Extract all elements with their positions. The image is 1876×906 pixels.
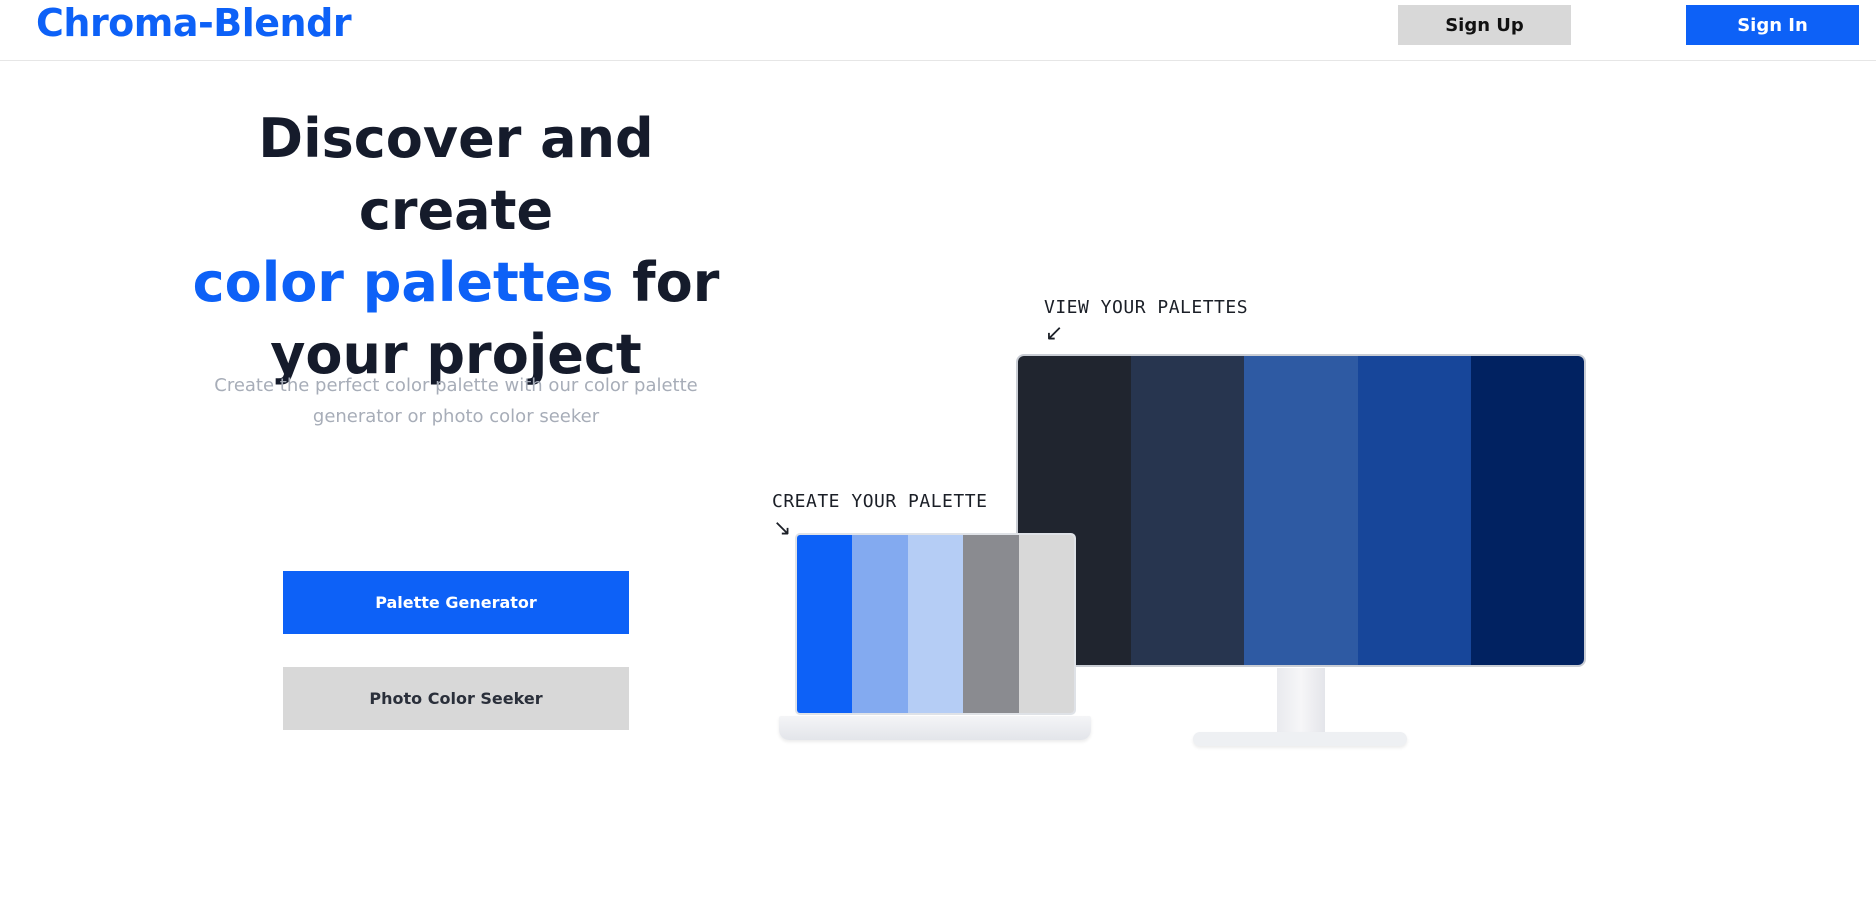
hero-title-accent: color palettes [192, 251, 614, 314]
arrow-down-left-icon: ↙ [1045, 321, 1064, 346]
arrow-down-right-icon: ↘ [773, 516, 792, 541]
monitor-swatch-3 [1244, 356, 1358, 665]
hero-title: Discover and create color palettes for you… [156, 103, 756, 391]
brand-logo[interactable]: Chroma-Blendr [36, 0, 352, 48]
monitor-swatch-5 [1470, 356, 1584, 665]
create-palette-note: CREATE YOUR PALETTE [772, 491, 988, 512]
laptop-swatch-3 [907, 535, 964, 713]
sign-in-button[interactable]: Sign In [1686, 5, 1859, 45]
sign-up-button[interactable]: Sign Up [1398, 5, 1571, 45]
laptop-base [779, 716, 1091, 740]
top-navbar: Chroma-Blendr Sign Up Sign In [0, 0, 1876, 61]
monitor-swatch-4 [1357, 356, 1471, 665]
monitor-swatch-2 [1131, 356, 1245, 665]
laptop-swatch-5 [1018, 535, 1074, 713]
hero-title-line1: Discover and create [258, 107, 654, 242]
monitor-screen [1016, 354, 1586, 667]
laptop-screen [795, 533, 1076, 715]
hero-title-line2-rest: for [613, 251, 720, 314]
laptop-swatch-2 [852, 535, 908, 713]
hero-subtitle: Create the perfect color palette with ou… [214, 375, 698, 427]
palette-generator-button[interactable]: Palette Generator [283, 571, 629, 634]
monitor-base [1193, 732, 1407, 746]
monitor-stand [1277, 668, 1325, 740]
laptop-swatch-4 [963, 535, 1019, 713]
photo-color-seeker-button[interactable]: Photo Color Seeker [283, 667, 629, 730]
laptop-swatch-1 [797, 535, 853, 713]
view-palettes-note: VIEW YOUR PALETTES [1044, 297, 1249, 318]
